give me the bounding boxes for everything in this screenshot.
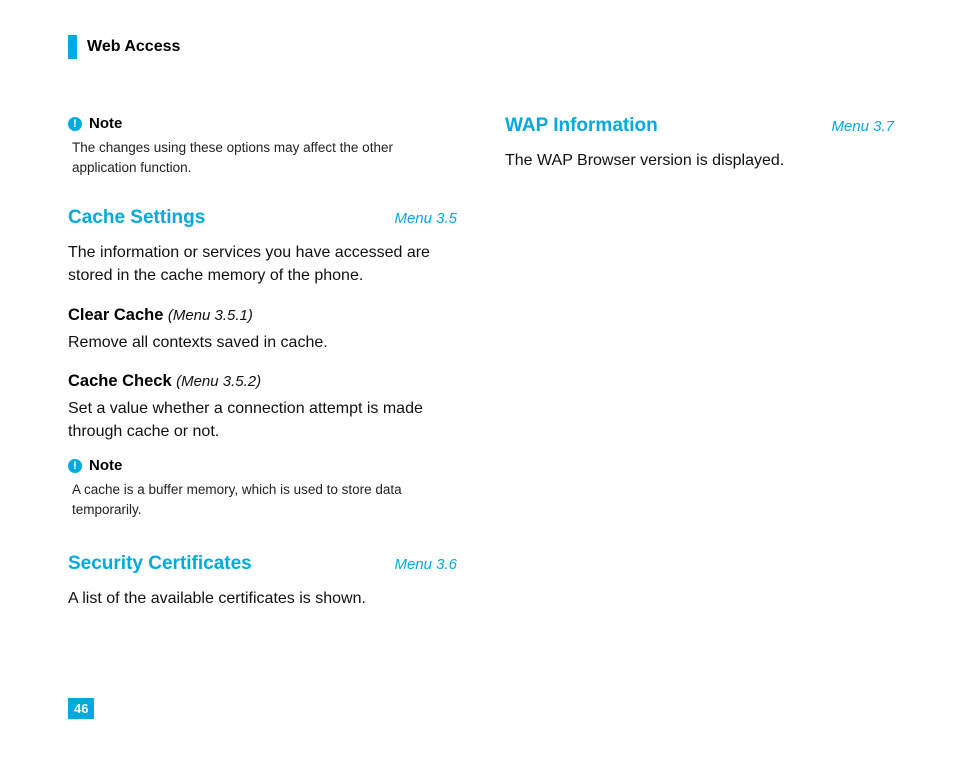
chapter-accent-bar — [68, 35, 77, 59]
two-column-layout: ! Note The changes using these options m… — [68, 115, 894, 618]
chapter-title: Web Access — [87, 38, 180, 56]
section-title-cache-settings: Cache Settings — [68, 207, 205, 229]
sub-title-clear-cache: Clear Cache — [68, 306, 163, 324]
page-number: 46 — [68, 698, 94, 719]
clear-cache-text: Remove all contexts saved in cache. — [68, 331, 457, 354]
left-column: ! Note The changes using these options m… — [68, 115, 457, 618]
section-security-row: Security Certificates Menu 3.6 — [68, 553, 457, 575]
subhead-clear-cache: Clear Cache (Menu 3.5.1) — [68, 306, 457, 325]
note-block-2: ! Note A cache is a buffer memory, which… — [68, 457, 457, 519]
chapter-header: Web Access — [68, 35, 894, 59]
menu-ref-3-7: Menu 3.7 — [831, 118, 894, 135]
note-label: Note — [89, 115, 122, 132]
section-cache-settings-row: Cache Settings Menu 3.5 — [68, 207, 457, 229]
wap-text: The WAP Browser version is displayed. — [505, 149, 894, 172]
subhead-cache-check: Cache Check (Menu 3.5.2) — [68, 372, 457, 391]
note-icon: ! — [68, 459, 82, 473]
security-text: A list of the available certificates is … — [68, 587, 457, 610]
cache-check-text: Set a value whether a connection attempt… — [68, 397, 457, 443]
menu-ref-3-6: Menu 3.6 — [394, 556, 457, 573]
note-label-2: Note — [89, 457, 122, 474]
manual-page: Web Access ! Note The changes using thes… — [0, 0, 954, 618]
note-block-1: ! Note The changes using these options m… — [68, 115, 457, 177]
note-icon: ! — [68, 117, 82, 131]
cache-settings-intro: The information or services you have acc… — [68, 241, 457, 287]
note-head: ! Note — [68, 115, 457, 132]
sub-menu-3-5-2: (Menu 3.5.2) — [176, 373, 261, 390]
note-text: The changes using these options may affe… — [68, 138, 457, 177]
right-column: WAP Information Menu 3.7 The WAP Browser… — [505, 115, 894, 618]
menu-ref-3-5: Menu 3.5 — [394, 210, 457, 227]
note-head-2: ! Note — [68, 457, 457, 474]
note-text-2: A cache is a buffer memory, which is use… — [68, 480, 457, 519]
section-title-wap: WAP Information — [505, 115, 658, 137]
sub-menu-3-5-1: (Menu 3.5.1) — [168, 307, 253, 324]
sub-title-cache-check: Cache Check — [68, 372, 172, 390]
section-title-security: Security Certificates — [68, 553, 252, 575]
section-wap-row: WAP Information Menu 3.7 — [505, 115, 894, 137]
